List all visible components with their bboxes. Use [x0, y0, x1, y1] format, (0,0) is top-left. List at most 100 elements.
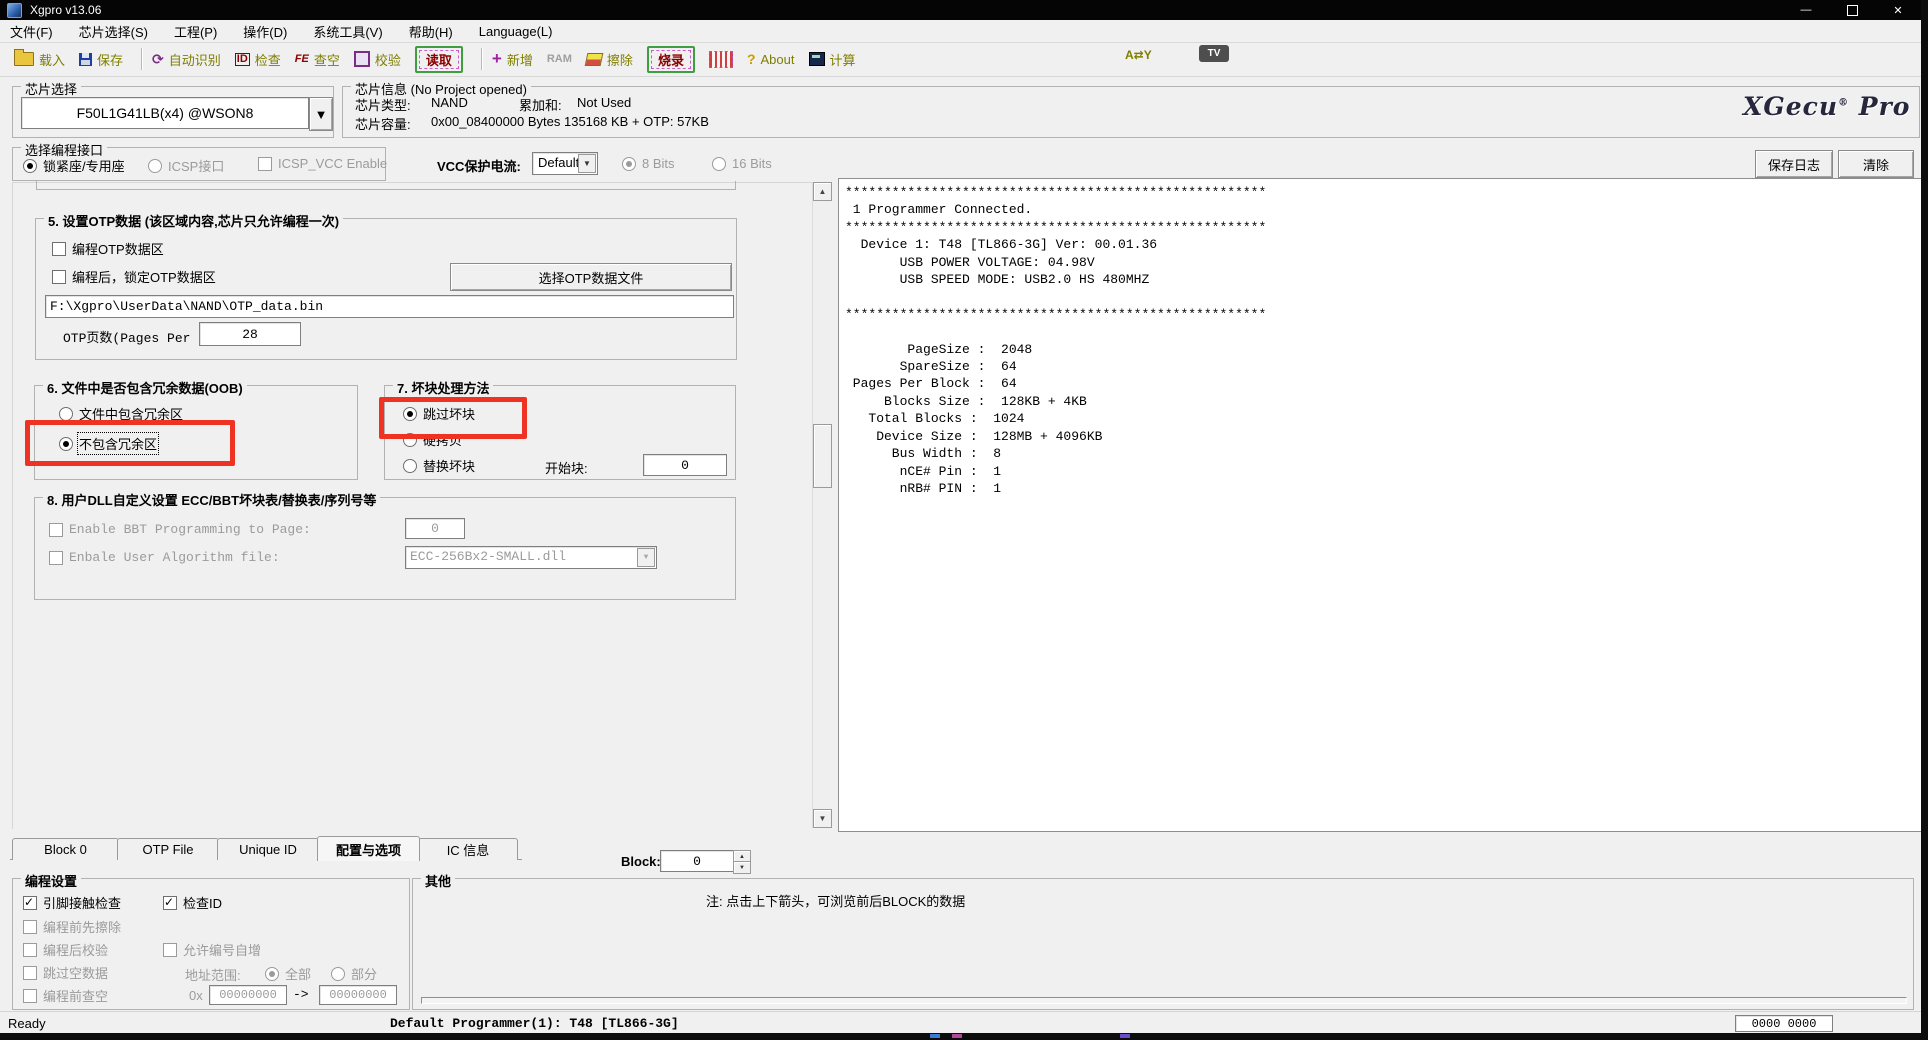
program-otp-checkbox[interactable]: 编程OTP数据区 [52, 239, 164, 258]
tab-config-options[interactable]: 配置与选项 [317, 836, 420, 861]
calculator-button[interactable]: 计算 [809, 50, 856, 69]
lock-otp-checkbox[interactable]: 编程后，锁定OTP数据区 [52, 267, 216, 286]
socket-icon [709, 51, 733, 68]
progress-bar [421, 997, 1907, 1004]
checkbox-icon [23, 896, 37, 910]
icsp-vcc-enable-checkbox[interactable]: ICSP_VCC Enable [258, 156, 387, 171]
device-log-text: ****************************************… [839, 179, 1921, 502]
oob-group: 6. 文件中是否包含冗余数据(OOB) 文件中包含冗余区 不包含冗余区 [34, 385, 358, 480]
with-oob-radio[interactable]: 文件中包含冗余区 [59, 404, 183, 423]
status-bar: Ready Default Programmer(1): T48 [TL866-… [0, 1011, 1921, 1033]
maximize-button[interactable] [1829, 0, 1875, 20]
checksum-label: 累加和: [519, 95, 562, 114]
address-all-radio[interactable]: 全部 [265, 964, 311, 983]
menu-system-tools[interactable]: 系统工具(V) [313, 22, 382, 41]
bits8-radio[interactable]: 8 Bits [622, 156, 675, 171]
vcc-current-select[interactable]: Default ▼ [532, 152, 598, 175]
adapter-ay-icon[interactable]: A⇄Y [1125, 48, 1152, 62]
chip-type-value: NAND [431, 95, 468, 110]
otp-file-path-input[interactable]: F:\Xgpro\UserData\NAND\OTP_data.bin [45, 295, 734, 318]
menu-language[interactable]: Language(L) [479, 24, 553, 39]
checkbox-icon [23, 920, 37, 934]
scroll-down-icon[interactable]: ▼ [813, 809, 832, 828]
chip-select-value[interactable]: F50L1G41LB(x4) @WSON8 [21, 97, 309, 129]
replace-bad-block-radio[interactable]: 替换坏块 [403, 456, 475, 475]
add-button[interactable]: +新增 [492, 50, 533, 69]
tab-unique-id[interactable]: Unique ID [217, 838, 319, 860]
tab-block0[interactable]: Block 0 [12, 838, 119, 860]
tab-otp-file[interactable]: OTP File [117, 838, 219, 860]
radio-icon [23, 159, 37, 173]
skip-blank-checkbox[interactable]: 跳过空数据 [23, 963, 108, 982]
tab-ic-info[interactable]: IC 信息 [418, 838, 518, 860]
otp-pages-input[interactable]: 28 [199, 322, 301, 346]
menu-project[interactable]: 工程(P) [174, 22, 217, 41]
erase-before-program-checkbox[interactable]: 编程前先擦除 [23, 917, 121, 936]
start-block-input[interactable]: 0 [643, 454, 727, 476]
scroll-up-icon[interactable]: ▲ [813, 182, 832, 201]
choose-otp-file-button[interactable]: 选择OTP数据文件 [450, 263, 732, 291]
oob-legend: 6. 文件中是否包含冗余数据(OOB) [43, 378, 247, 397]
pin-contact-check-checkbox[interactable]: 引脚接触检查 [23, 893, 121, 912]
checkbox-icon [163, 896, 177, 910]
menu-help[interactable]: 帮助(H) [409, 22, 453, 41]
otp-data-legend: 5. 设置OTP数据 (该区域内容,芯片只允许编程一次) [44, 211, 343, 230]
serial-increment-checkbox[interactable]: 允许编号自增 [163, 940, 261, 959]
socket-interface-radio[interactable]: 锁紧座/专用座 [23, 156, 125, 175]
about-button[interactable]: ?About [747, 51, 795, 67]
settings-scrollbar[interactable]: ▲ ▼ [812, 182, 830, 828]
verify-after-program-checkbox[interactable]: 编程后校验 [23, 940, 108, 959]
enable-bbt-checkbox[interactable]: Enable BBT Programming to Page: [49, 522, 311, 537]
socket-button[interactable] [709, 51, 733, 68]
menu-file[interactable]: 文件(F) [10, 22, 53, 41]
id-icon: ID [235, 53, 250, 66]
programming-interface-group: 选择编程接口 锁紧座/专用座 ICSP接口 ICSP_VCC Enable [12, 147, 386, 181]
bad-block-group: 7. 坏块处理方法 跳过坏块 硬拷贝 替换坏块 开始块: 0 [384, 385, 736, 480]
address-from-input[interactable]: 00000000 [209, 985, 287, 1005]
check-id-checkbox[interactable]: 检查ID [163, 893, 222, 912]
skip-bad-block-radio[interactable]: 跳过坏块 [403, 404, 475, 423]
algorithm-file-select[interactable]: ECC-256Bx2-SMALL.dll ▼ [405, 546, 657, 569]
without-oob-radio[interactable]: 不包含冗余区 [59, 434, 157, 453]
auto-detect-button[interactable]: ⟳自动识别 [152, 50, 221, 69]
menu-chip-select[interactable]: 芯片选择(S) [79, 22, 148, 41]
blank-check-before-program-checkbox[interactable]: 编程前查空 [23, 986, 108, 1005]
address-part-radio[interactable]: 部分 [331, 964, 377, 983]
blank-check-button[interactable]: FE查空 [295, 50, 340, 69]
desktop: Xgpro v13.06 — ✕ 文件(F) 芯片选择(S) 工程(P) 操作(… [0, 0, 1928, 1040]
chevron-down-icon: ▼ [637, 548, 655, 567]
check-id-button[interactable]: ID检查 [235, 50, 281, 69]
clear-log-button[interactable]: 清除 [1838, 150, 1914, 178]
status-counter: 0000 0000 [1735, 1015, 1833, 1032]
erase-button[interactable]: 擦除 [586, 50, 633, 69]
burn-button[interactable]: 烧录 [647, 46, 695, 73]
enable-user-algorithm-checkbox[interactable]: Enbale User Algorithm file: [49, 550, 280, 565]
scrollbar-thumb[interactable] [813, 424, 832, 488]
menu-operation[interactable]: 操作(D) [243, 22, 287, 41]
close-button[interactable]: ✕ [1875, 0, 1921, 20]
start-block-label: 开始块: [545, 458, 588, 477]
chip-select-dropdown-button[interactable]: ▼ [309, 97, 333, 131]
minimize-button[interactable]: — [1783, 0, 1829, 20]
read-button[interactable]: 读取 [415, 46, 463, 73]
chip-select-group: 芯片选择 F50L1G41LB(x4) @WSON8 ▼ [12, 86, 334, 138]
block-spin-down-icon[interactable]: ▼ [733, 861, 751, 874]
user-dll-group: 8. 用户DLL自定义设置 ECC/BBT坏块表/替换表/序列号等 Enable… [34, 497, 736, 600]
ram-button[interactable]: RAM [547, 53, 572, 65]
verify-button[interactable]: 校验 [354, 50, 401, 69]
save-button[interactable]: 保存 [79, 50, 123, 69]
icsp-interface-radio[interactable]: ICSP接口 [148, 156, 224, 175]
bits16-radio[interactable]: 16 Bits [712, 156, 772, 171]
app-icon [7, 3, 22, 18]
save-log-button[interactable]: 保存日志 [1755, 150, 1833, 178]
block-number-input[interactable]: 0 [660, 850, 734, 872]
hard-copy-radio[interactable]: 硬拷贝 [403, 430, 462, 449]
bbt-page-input[interactable]: 0 [405, 518, 465, 539]
tv-icon[interactable]: TV [1199, 45, 1229, 62]
radio-icon [59, 407, 73, 421]
bad-block-legend: 7. 坏块处理方法 [393, 378, 493, 397]
status-programmer: Default Programmer(1): T48 [TL866-3G] [390, 1016, 679, 1031]
device-log-panel[interactable]: ****************************************… [838, 178, 1921, 832]
load-button[interactable]: 载入 [14, 50, 65, 69]
address-to-input[interactable]: 00000000 [319, 985, 397, 1005]
